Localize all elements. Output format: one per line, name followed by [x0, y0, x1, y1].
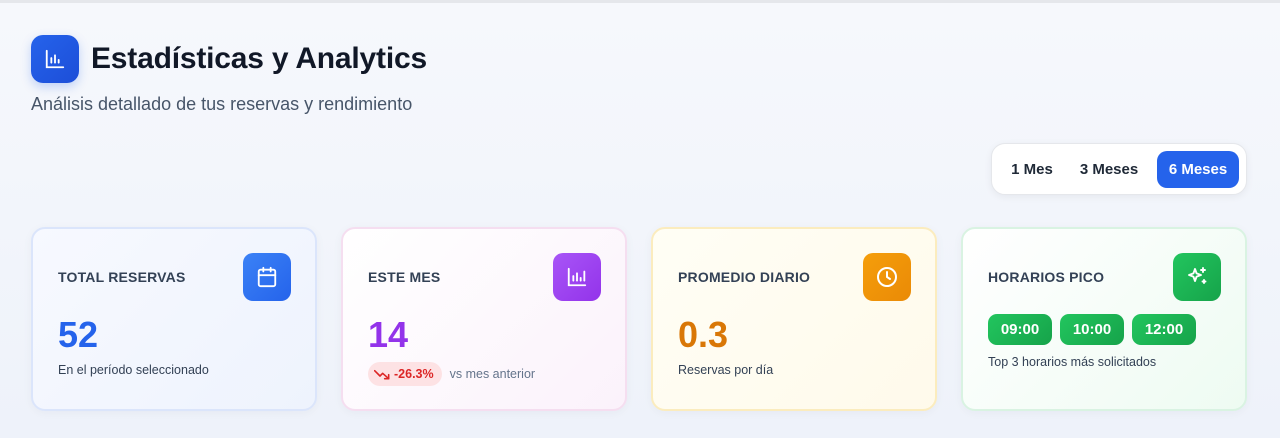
sparkles-icon [1173, 253, 1221, 301]
card-label: TOTAL RESERVAS [58, 269, 186, 285]
card-label: PROMEDIO DIARIO [678, 269, 811, 285]
calendar-icon [243, 253, 291, 301]
trend-value: -26.3% [394, 367, 434, 381]
daily-average-card: PROMEDIO DIARIO 0.3 Reservas por día [651, 227, 937, 411]
total-reservations-value: 52 [58, 314, 99, 355]
page-header: Estadísticas y Analytics [31, 35, 427, 83]
trend-badge: -26.3% [368, 362, 442, 386]
peak-hours-card: HORARIOS PICO 09:00 10:00 12:00 Top 3 ho… [961, 227, 1247, 411]
this-month-value: 14 [368, 314, 409, 355]
card-label: HORARIOS PICO [988, 269, 1105, 285]
daily-average-value: 0.3 [678, 314, 729, 355]
page-title: Estadísticas y Analytics [91, 42, 427, 75]
bar-chart-icon [553, 253, 601, 301]
peak-hour-chip: 10:00 [1060, 314, 1124, 345]
trend-down-icon [374, 369, 390, 380]
range-3-months-button[interactable]: 3 Meses [1063, 151, 1155, 188]
peak-hour-chip: 12:00 [1132, 314, 1196, 345]
analytics-icon [31, 35, 79, 83]
range-1-month-button[interactable]: 1 Mes [1001, 151, 1063, 188]
peak-hours-list: 09:00 10:00 12:00 [988, 314, 1204, 345]
total-reservations-card: TOTAL RESERVAS 52 En el período seleccio… [31, 227, 317, 411]
page-subtitle: Análisis detallado de tus reservas y ren… [31, 94, 413, 114]
card-note: En el período seleccionado [58, 363, 209, 377]
trend-row: -26.3% vs mes anterior [368, 362, 535, 386]
trend-note: vs mes anterior [449, 367, 536, 381]
card-note: Reservas por día [678, 363, 774, 377]
card-label: ESTE MES [368, 269, 441, 285]
range-selector: 1 Mes 3 Meses 6 Meses [991, 143, 1247, 195]
peak-hour-chip: 09:00 [988, 314, 1052, 345]
top-divider [0, 0, 1280, 3]
range-6-months-button[interactable]: 6 Meses [1157, 150, 1239, 188]
clock-icon [863, 253, 911, 301]
card-note: Top 3 horarios más solicitados [988, 355, 1157, 369]
this-month-card: ESTE MES 14 -26.3% vs mes anterior [341, 227, 627, 411]
